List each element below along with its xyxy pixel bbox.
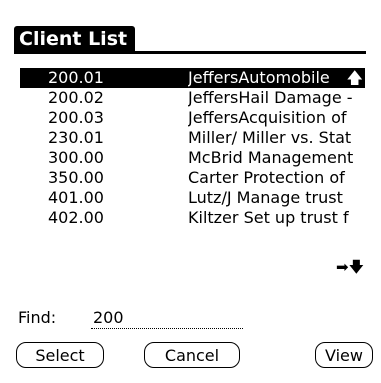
up-arrow-icon[interactable]: 🡅 xyxy=(347,70,363,86)
client-description: JeffersAcquisition of xyxy=(188,108,347,127)
down-arrow-icon[interactable]: 🡇 xyxy=(349,258,364,276)
client-list-screen: Client List 200.01 JeffersAutomobile 🡅 2… xyxy=(0,0,381,383)
list-item[interactable]: 401.00 Lutz/J Manage trust xyxy=(20,188,365,208)
page-title: Client List xyxy=(14,26,136,52)
client-description: Miller/ Miller vs. Stat xyxy=(188,128,352,147)
list-item[interactable]: 402.00 Kiltzer Set up trust f xyxy=(20,208,365,228)
find-input[interactable] xyxy=(91,306,243,329)
list-item[interactable]: 230.01 Miller/ Miller vs. Stat xyxy=(20,128,365,148)
client-number: 350.00 xyxy=(48,168,104,187)
view-button[interactable]: View xyxy=(315,342,373,368)
client-number: 200.01 xyxy=(48,68,104,87)
client-description: JeffersHail Damage - xyxy=(188,88,353,107)
title-rule xyxy=(14,51,366,54)
client-number: 402.00 xyxy=(48,208,104,227)
client-number: 300.00 xyxy=(48,148,104,167)
scroll-arrows: ➡🡇 xyxy=(336,258,366,276)
list-item[interactable]: 200.01 JeffersAutomobile 🡅 xyxy=(20,68,365,88)
list-item[interactable]: 350.00 Carter Protection of xyxy=(20,168,365,188)
select-button[interactable]: Select xyxy=(16,342,104,368)
right-arrow-icon[interactable]: ➡ xyxy=(336,258,349,276)
client-list[interactable]: 200.01 JeffersAutomobile 🡅 200.02 Jeffer… xyxy=(20,68,365,283)
title-bar: Client List xyxy=(14,26,366,55)
find-label: Find: xyxy=(18,308,57,327)
client-number: 200.03 xyxy=(48,108,104,127)
cancel-button[interactable]: Cancel xyxy=(144,342,240,368)
list-item[interactable]: 200.03 JeffersAcquisition of xyxy=(20,108,365,128)
client-description: Lutz/J Manage trust xyxy=(188,188,343,207)
client-description: JeffersAutomobile xyxy=(188,68,330,87)
list-item[interactable]: 300.00 McBrid Management xyxy=(20,148,365,168)
client-description: Kiltzer Set up trust f xyxy=(188,208,349,227)
client-description: McBrid Management xyxy=(188,148,354,167)
client-number: 401.00 xyxy=(48,188,104,207)
client-number: 230.01 xyxy=(48,128,104,147)
client-description: Carter Protection of xyxy=(188,168,345,187)
client-number: 200.02 xyxy=(48,88,104,107)
find-row: Find: xyxy=(18,306,358,330)
list-item[interactable]: 200.02 JeffersHail Damage - xyxy=(20,88,365,108)
